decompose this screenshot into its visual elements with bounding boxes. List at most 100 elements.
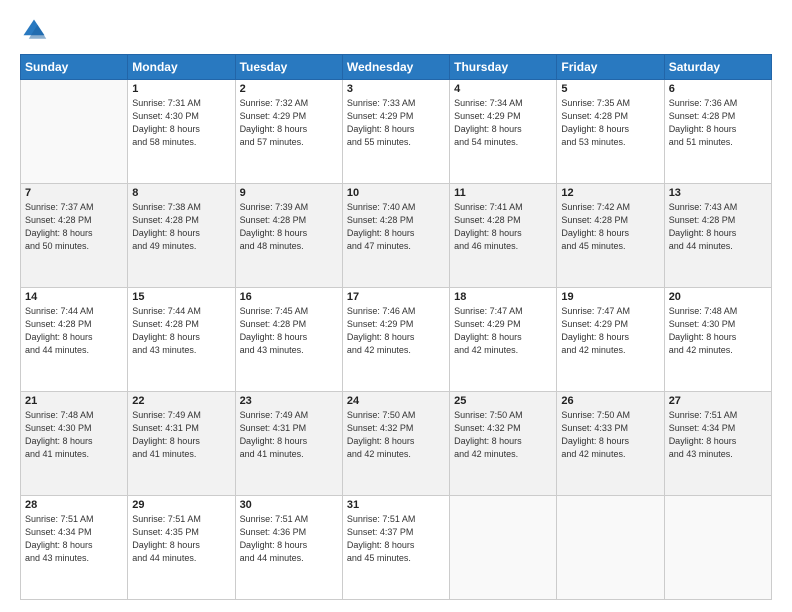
calendar-week-row: 7 Sunrise: 7:37 AM Sunset: 4:28 PM Daylig… [21, 184, 772, 288]
calendar-day-cell [450, 496, 557, 600]
calendar-day-cell: 29 Sunrise: 7:51 AM Sunset: 4:35 PM Dayli… [128, 496, 235, 600]
day-number: 13 [669, 187, 767, 199]
day-info: Sunrise: 7:47 AM Sunset: 4:29 PM Dayligh… [561, 305, 659, 357]
calendar-day-cell: 22 Sunrise: 7:49 AM Sunset: 4:31 PM Dayli… [128, 392, 235, 496]
logo-icon [20, 16, 48, 44]
day-number: 17 [347, 291, 445, 303]
day-number: 1 [132, 83, 230, 95]
day-number: 26 [561, 395, 659, 407]
day-info: Sunrise: 7:51 AM Sunset: 4:36 PM Dayligh… [240, 513, 338, 565]
day-number: 9 [240, 187, 338, 199]
day-info: Sunrise: 7:40 AM Sunset: 4:28 PM Dayligh… [347, 201, 445, 253]
day-info: Sunrise: 7:39 AM Sunset: 4:28 PM Dayligh… [240, 201, 338, 253]
day-info: Sunrise: 7:43 AM Sunset: 4:28 PM Dayligh… [669, 201, 767, 253]
weekday-header-cell: Saturday [664, 55, 771, 80]
day-info: Sunrise: 7:49 AM Sunset: 4:31 PM Dayligh… [132, 409, 230, 461]
day-number: 29 [132, 499, 230, 511]
day-info: Sunrise: 7:38 AM Sunset: 4:28 PM Dayligh… [132, 201, 230, 253]
calendar-day-cell: 9 Sunrise: 7:39 AM Sunset: 4:28 PM Daylig… [235, 184, 342, 288]
day-number: 31 [347, 499, 445, 511]
day-info: Sunrise: 7:44 AM Sunset: 4:28 PM Dayligh… [25, 305, 123, 357]
day-info: Sunrise: 7:48 AM Sunset: 4:30 PM Dayligh… [25, 409, 123, 461]
calendar-day-cell: 28 Sunrise: 7:51 AM Sunset: 4:34 PM Dayli… [21, 496, 128, 600]
calendar-day-cell: 20 Sunrise: 7:48 AM Sunset: 4:30 PM Dayli… [664, 288, 771, 392]
day-number: 10 [347, 187, 445, 199]
calendar-day-cell: 23 Sunrise: 7:49 AM Sunset: 4:31 PM Dayli… [235, 392, 342, 496]
weekday-header-cell: Tuesday [235, 55, 342, 80]
day-number: 19 [561, 291, 659, 303]
day-info: Sunrise: 7:47 AM Sunset: 4:29 PM Dayligh… [454, 305, 552, 357]
calendar-day-cell: 14 Sunrise: 7:44 AM Sunset: 4:28 PM Dayli… [21, 288, 128, 392]
calendar-day-cell: 16Sunrise: 7:45 AM Sunset: 4:28 PM Dayli… [235, 288, 342, 392]
day-number: 20 [669, 291, 767, 303]
day-number: 12 [561, 187, 659, 199]
day-number: 6 [669, 83, 767, 95]
day-info: Sunrise: 7:35 AM Sunset: 4:28 PM Dayligh… [561, 97, 659, 149]
day-number: 3 [347, 83, 445, 95]
day-number: 2 [240, 83, 338, 95]
day-number: 11 [454, 187, 552, 199]
calendar-day-cell: 8Sunrise: 7:38 AM Sunset: 4:28 PM Daylig… [128, 184, 235, 288]
calendar-day-cell: 6 Sunrise: 7:36 AM Sunset: 4:28 PM Daylig… [664, 80, 771, 184]
calendar-day-cell: 24 Sunrise: 7:50 AM Sunset: 4:32 PM Dayli… [342, 392, 449, 496]
day-info: Sunrise: 7:48 AM Sunset: 4:30 PM Dayligh… [669, 305, 767, 357]
day-info: Sunrise: 7:51 AM Sunset: 4:34 PM Dayligh… [25, 513, 123, 565]
calendar-day-cell: 27Sunrise: 7:51 AM Sunset: 4:34 PM Dayli… [664, 392, 771, 496]
calendar-day-cell: 26Sunrise: 7:50 AM Sunset: 4:33 PM Dayli… [557, 392, 664, 496]
calendar-day-cell: 4 Sunrise: 7:34 AM Sunset: 4:29 PM Daylig… [450, 80, 557, 184]
calendar-day-cell [21, 80, 128, 184]
day-info: Sunrise: 7:51 AM Sunset: 4:35 PM Dayligh… [132, 513, 230, 565]
day-info: Sunrise: 7:33 AM Sunset: 4:29 PM Dayligh… [347, 97, 445, 149]
day-info: Sunrise: 7:34 AM Sunset: 4:29 PM Dayligh… [454, 97, 552, 149]
calendar-day-cell: 11 Sunrise: 7:41 AM Sunset: 4:28 PM Dayli… [450, 184, 557, 288]
calendar-day-cell: 7 Sunrise: 7:37 AM Sunset: 4:28 PM Daylig… [21, 184, 128, 288]
calendar-table: SundayMondayTuesdayWednesdayThursdayFrid… [20, 54, 772, 600]
day-number: 15 [132, 291, 230, 303]
weekday-header-cell: Monday [128, 55, 235, 80]
day-info: Sunrise: 7:50 AM Sunset: 4:32 PM Dayligh… [347, 409, 445, 461]
day-info: Sunrise: 7:36 AM Sunset: 4:28 PM Dayligh… [669, 97, 767, 149]
calendar-week-row: 1 Sunrise: 7:31 AM Sunset: 4:30 PM Daylig… [21, 80, 772, 184]
day-info: Sunrise: 7:41 AM Sunset: 4:28 PM Dayligh… [454, 201, 552, 253]
day-number: 23 [240, 395, 338, 407]
calendar-day-cell: 2 Sunrise: 7:32 AM Sunset: 4:29 PM Daylig… [235, 80, 342, 184]
weekday-header-cell: Friday [557, 55, 664, 80]
day-info: Sunrise: 7:45 AM Sunset: 4:28 PM Dayligh… [240, 305, 338, 357]
day-info: Sunrise: 7:42 AM Sunset: 4:28 PM Dayligh… [561, 201, 659, 253]
calendar-day-cell: 10 Sunrise: 7:40 AM Sunset: 4:28 PM Dayli… [342, 184, 449, 288]
calendar-body: 1 Sunrise: 7:31 AM Sunset: 4:30 PM Daylig… [21, 80, 772, 600]
day-number: 4 [454, 83, 552, 95]
calendar-day-cell [557, 496, 664, 600]
day-number: 28 [25, 499, 123, 511]
day-info: Sunrise: 7:37 AM Sunset: 4:28 PM Dayligh… [25, 201, 123, 253]
calendar-week-row: 14 Sunrise: 7:44 AM Sunset: 4:28 PM Dayli… [21, 288, 772, 392]
day-info: Sunrise: 7:46 AM Sunset: 4:29 PM Dayligh… [347, 305, 445, 357]
calendar-day-cell: 31Sunrise: 7:51 AM Sunset: 4:37 PM Dayli… [342, 496, 449, 600]
header [20, 16, 772, 44]
day-info: Sunrise: 7:32 AM Sunset: 4:29 PM Dayligh… [240, 97, 338, 149]
calendar-day-cell: 21Sunrise: 7:48 AM Sunset: 4:30 PM Dayli… [21, 392, 128, 496]
weekday-header-cell: Thursday [450, 55, 557, 80]
calendar-day-cell: 1 Sunrise: 7:31 AM Sunset: 4:30 PM Daylig… [128, 80, 235, 184]
calendar-day-cell: 5Sunrise: 7:35 AM Sunset: 4:28 PM Daylig… [557, 80, 664, 184]
day-info: Sunrise: 7:49 AM Sunset: 4:31 PM Dayligh… [240, 409, 338, 461]
day-number: 24 [347, 395, 445, 407]
day-number: 30 [240, 499, 338, 511]
day-number: 22 [132, 395, 230, 407]
calendar-day-cell: 30 Sunrise: 7:51 AM Sunset: 4:36 PM Dayli… [235, 496, 342, 600]
weekday-header-cell: Sunday [21, 55, 128, 80]
calendar-day-cell: 12 Sunrise: 7:42 AM Sunset: 4:28 PM Dayli… [557, 184, 664, 288]
day-number: 14 [25, 291, 123, 303]
calendar-day-cell: 13 Sunrise: 7:43 AM Sunset: 4:28 PM Dayli… [664, 184, 771, 288]
logo [20, 16, 52, 44]
calendar-day-cell: 3 Sunrise: 7:33 AM Sunset: 4:29 PM Daylig… [342, 80, 449, 184]
calendar-week-row: 21Sunrise: 7:48 AM Sunset: 4:30 PM Dayli… [21, 392, 772, 496]
calendar-day-cell: 18 Sunrise: 7:47 AM Sunset: 4:29 PM Dayli… [450, 288, 557, 392]
calendar-day-cell: 19 Sunrise: 7:47 AM Sunset: 4:29 PM Dayli… [557, 288, 664, 392]
day-number: 18 [454, 291, 552, 303]
weekday-header-row: SundayMondayTuesdayWednesdayThursdayFrid… [21, 55, 772, 80]
day-number: 7 [25, 187, 123, 199]
day-info: Sunrise: 7:44 AM Sunset: 4:28 PM Dayligh… [132, 305, 230, 357]
day-info: Sunrise: 7:31 AM Sunset: 4:30 PM Dayligh… [132, 97, 230, 149]
day-number: 27 [669, 395, 767, 407]
